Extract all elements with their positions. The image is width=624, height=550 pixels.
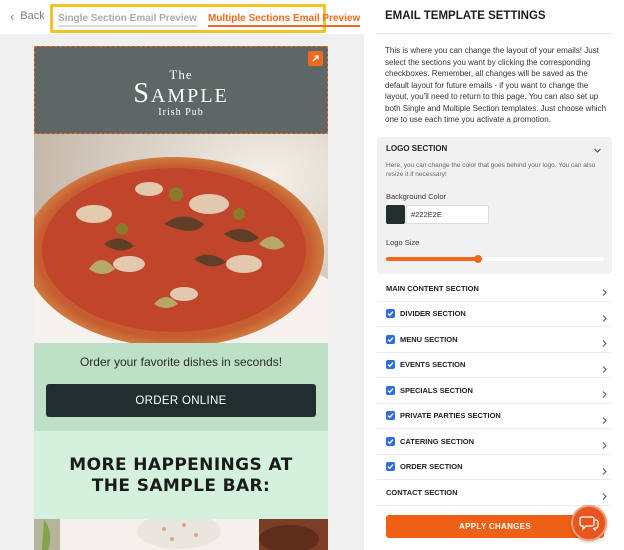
section-label: SPECIALS SECTION <box>400 385 473 395</box>
section-checkbox[interactable] <box>386 462 395 472</box>
section-row[interactable]: ORDER SECTION <box>377 455 612 481</box>
preview-pane: ‹ Back Single Section Email Preview Mult… <box>0 0 364 550</box>
email-preview: The Sample Irish Pub Order your favorite… <box>34 46 328 550</box>
checkmark-icon <box>387 311 394 317</box>
chevron-right-icon[interactable] <box>601 437 608 455</box>
settings-intro: This is where you can change the layout … <box>385 46 607 124</box>
checkmark-icon <box>387 464 394 470</box>
tab-single-section-preview[interactable]: Single Section Email Preview <box>58 7 197 30</box>
chevron-left-icon: ‹ <box>10 8 15 24</box>
settings-title: EMAIL TEMPLATE SETTINGS <box>385 10 546 22</box>
chevron-right-icon[interactable] <box>601 386 608 404</box>
cta-text: Order your favorite dishes in seconds! <box>79 355 283 369</box>
section-label: CATERING SECTION <box>400 436 475 446</box>
chat-icon[interactable] <box>571 505 607 541</box>
pizza-hero-image <box>34 134 328 343</box>
section-label: PRIVATE PARTIES SECTION <box>400 411 501 421</box>
section-label: CONTACT SECTION <box>386 487 458 497</box>
checkmark-icon <box>387 438 394 444</box>
section-row[interactable]: MENU SECTION <box>377 327 612 353</box>
checkmark-icon <box>387 336 394 342</box>
section-row[interactable]: MAIN CONTENT SECTION <box>377 276 612 302</box>
background-color-swatch[interactable] <box>386 205 405 224</box>
section-checkbox[interactable] <box>386 309 395 319</box>
background-color-input[interactable] <box>406 205 489 224</box>
section-row[interactable]: CATERING SECTION <box>377 429 612 455</box>
checkmark-icon <box>387 387 394 393</box>
section-checkbox[interactable] <box>386 334 395 344</box>
slider-fill <box>386 257 478 261</box>
section-label: DIVIDER SECTION <box>400 309 466 319</box>
section-row[interactable]: PRIVATE PARTIES SECTION <box>377 404 612 430</box>
section-row[interactable]: CONTACT SECTION <box>377 480 612 506</box>
background-color-label: Background Color <box>386 192 447 201</box>
section-list: MAIN CONTENT SECTION DIVIDER SECTION MENU … <box>377 276 612 506</box>
preview-tabs: Single Section Email Preview Multiple Se… <box>50 4 361 33</box>
logo-size-label: Logo Size <box>386 238 420 247</box>
section-checkbox[interactable] <box>386 360 395 370</box>
back-label: Back <box>20 10 45 22</box>
divider <box>376 33 612 34</box>
email-logo-section[interactable]: The Sample Irish Pub <box>34 46 328 134</box>
section-row[interactable]: EVENTS SECTION <box>377 353 612 379</box>
section-row[interactable]: SPECIALS SECTION <box>377 378 612 404</box>
preview-topbar: ‹ Back Single Section Email Preview Mult… <box>0 0 364 34</box>
settings-panel: EMAIL TEMPLATE SETTINGS This is where yo… <box>364 0 624 550</box>
logo-size-slider[interactable] <box>386 255 604 263</box>
section-label: EVENTS SECTION <box>400 360 466 370</box>
order-cta-section: Order your favorite dishes in seconds! O… <box>34 343 328 431</box>
section-label: MAIN CONTENT SECTION <box>386 283 479 293</box>
logo-section-panel: LOGO SECTION Here, you can change the co… <box>377 137 612 274</box>
section-label: ORDER SECTION <box>400 462 463 472</box>
chevron-right-icon[interactable] <box>601 412 608 430</box>
checkmark-icon <box>387 362 394 368</box>
tab-multiple-sections-preview[interactable]: Multiple Sections Email Preview <box>207 7 361 30</box>
logo-section-heading[interactable]: LOGO SECTION <box>386 144 447 153</box>
back-link[interactable]: ‹ Back <box>10 8 45 24</box>
order-online-button[interactable]: ORDER ONLINE <box>46 384 316 417</box>
chevron-down-icon[interactable] <box>593 142 602 160</box>
section-checkbox[interactable] <box>386 411 395 421</box>
slider-thumb[interactable] <box>473 255 482 263</box>
pub-logo: The Sample Irish Pub <box>133 67 229 118</box>
section-label: MENU SECTION <box>400 334 458 344</box>
checkmark-icon <box>387 413 394 419</box>
expand-arrow-icon[interactable] <box>308 51 323 66</box>
chevron-right-icon[interactable] <box>601 463 608 481</box>
chevron-right-icon[interactable] <box>601 284 608 302</box>
chevron-right-icon[interactable] <box>601 335 608 353</box>
logo-section-description: Here, you can change the color that goes… <box>386 162 596 178</box>
chevron-right-icon[interactable] <box>601 361 608 379</box>
chevron-right-icon[interactable] <box>601 488 608 506</box>
section-row[interactable]: DIVIDER SECTION <box>377 302 612 328</box>
happenings-title: MORE HAPPENINGS AT THE SAMPLE BAR: <box>69 455 293 496</box>
section-checkbox[interactable] <box>386 385 395 395</box>
happenings-section: MORE HAPPENINGS AT THE SAMPLE BAR: <box>34 431 328 519</box>
section-checkbox[interactable] <box>386 436 395 446</box>
chevron-right-icon[interactable] <box>601 310 608 328</box>
bottom-food-image <box>34 519 328 550</box>
